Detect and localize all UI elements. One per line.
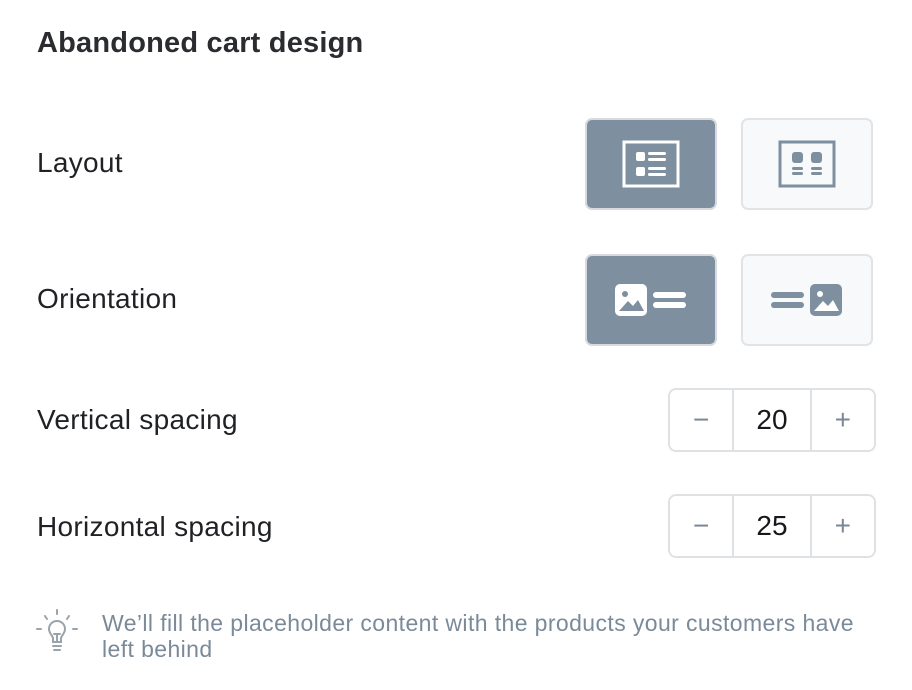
orientation-label: Orientation — [37, 283, 178, 314]
hint-text: We’ll fill the placeholder content with … — [102, 610, 854, 662]
horizontal-spacing-decrement-button[interactable]: − — [670, 496, 732, 556]
vertical-spacing-decrement-button[interactable]: − — [670, 390, 732, 450]
grid-layout-icon — [778, 140, 836, 188]
layout-label: Layout — [37, 147, 123, 178]
list-layout-icon — [622, 140, 680, 188]
section-title: Abandoned cart design — [37, 27, 364, 59]
orientation-option-image-left[interactable] — [585, 254, 717, 346]
vertical-spacing-increment-button[interactable]: + — [812, 390, 874, 450]
vertical-spacing-stepper: − 20 + — [668, 388, 876, 452]
image-right-icon — [771, 284, 842, 316]
horizontal-spacing-stepper: − 25 + — [668, 494, 876, 558]
lightbulb-icon — [36, 609, 78, 651]
horizontal-spacing-label: Horizontal spacing — [37, 511, 273, 542]
image-left-icon — [615, 284, 686, 316]
layout-option-grid[interactable] — [741, 118, 873, 210]
horizontal-spacing-increment-button[interactable]: + — [812, 496, 874, 556]
vertical-spacing-value[interactable]: 20 — [732, 390, 812, 450]
layout-option-list[interactable] — [585, 118, 717, 210]
orientation-option-image-right[interactable] — [741, 254, 873, 346]
horizontal-spacing-value[interactable]: 25 — [732, 496, 812, 556]
vertical-spacing-label: Vertical spacing — [37, 404, 238, 435]
